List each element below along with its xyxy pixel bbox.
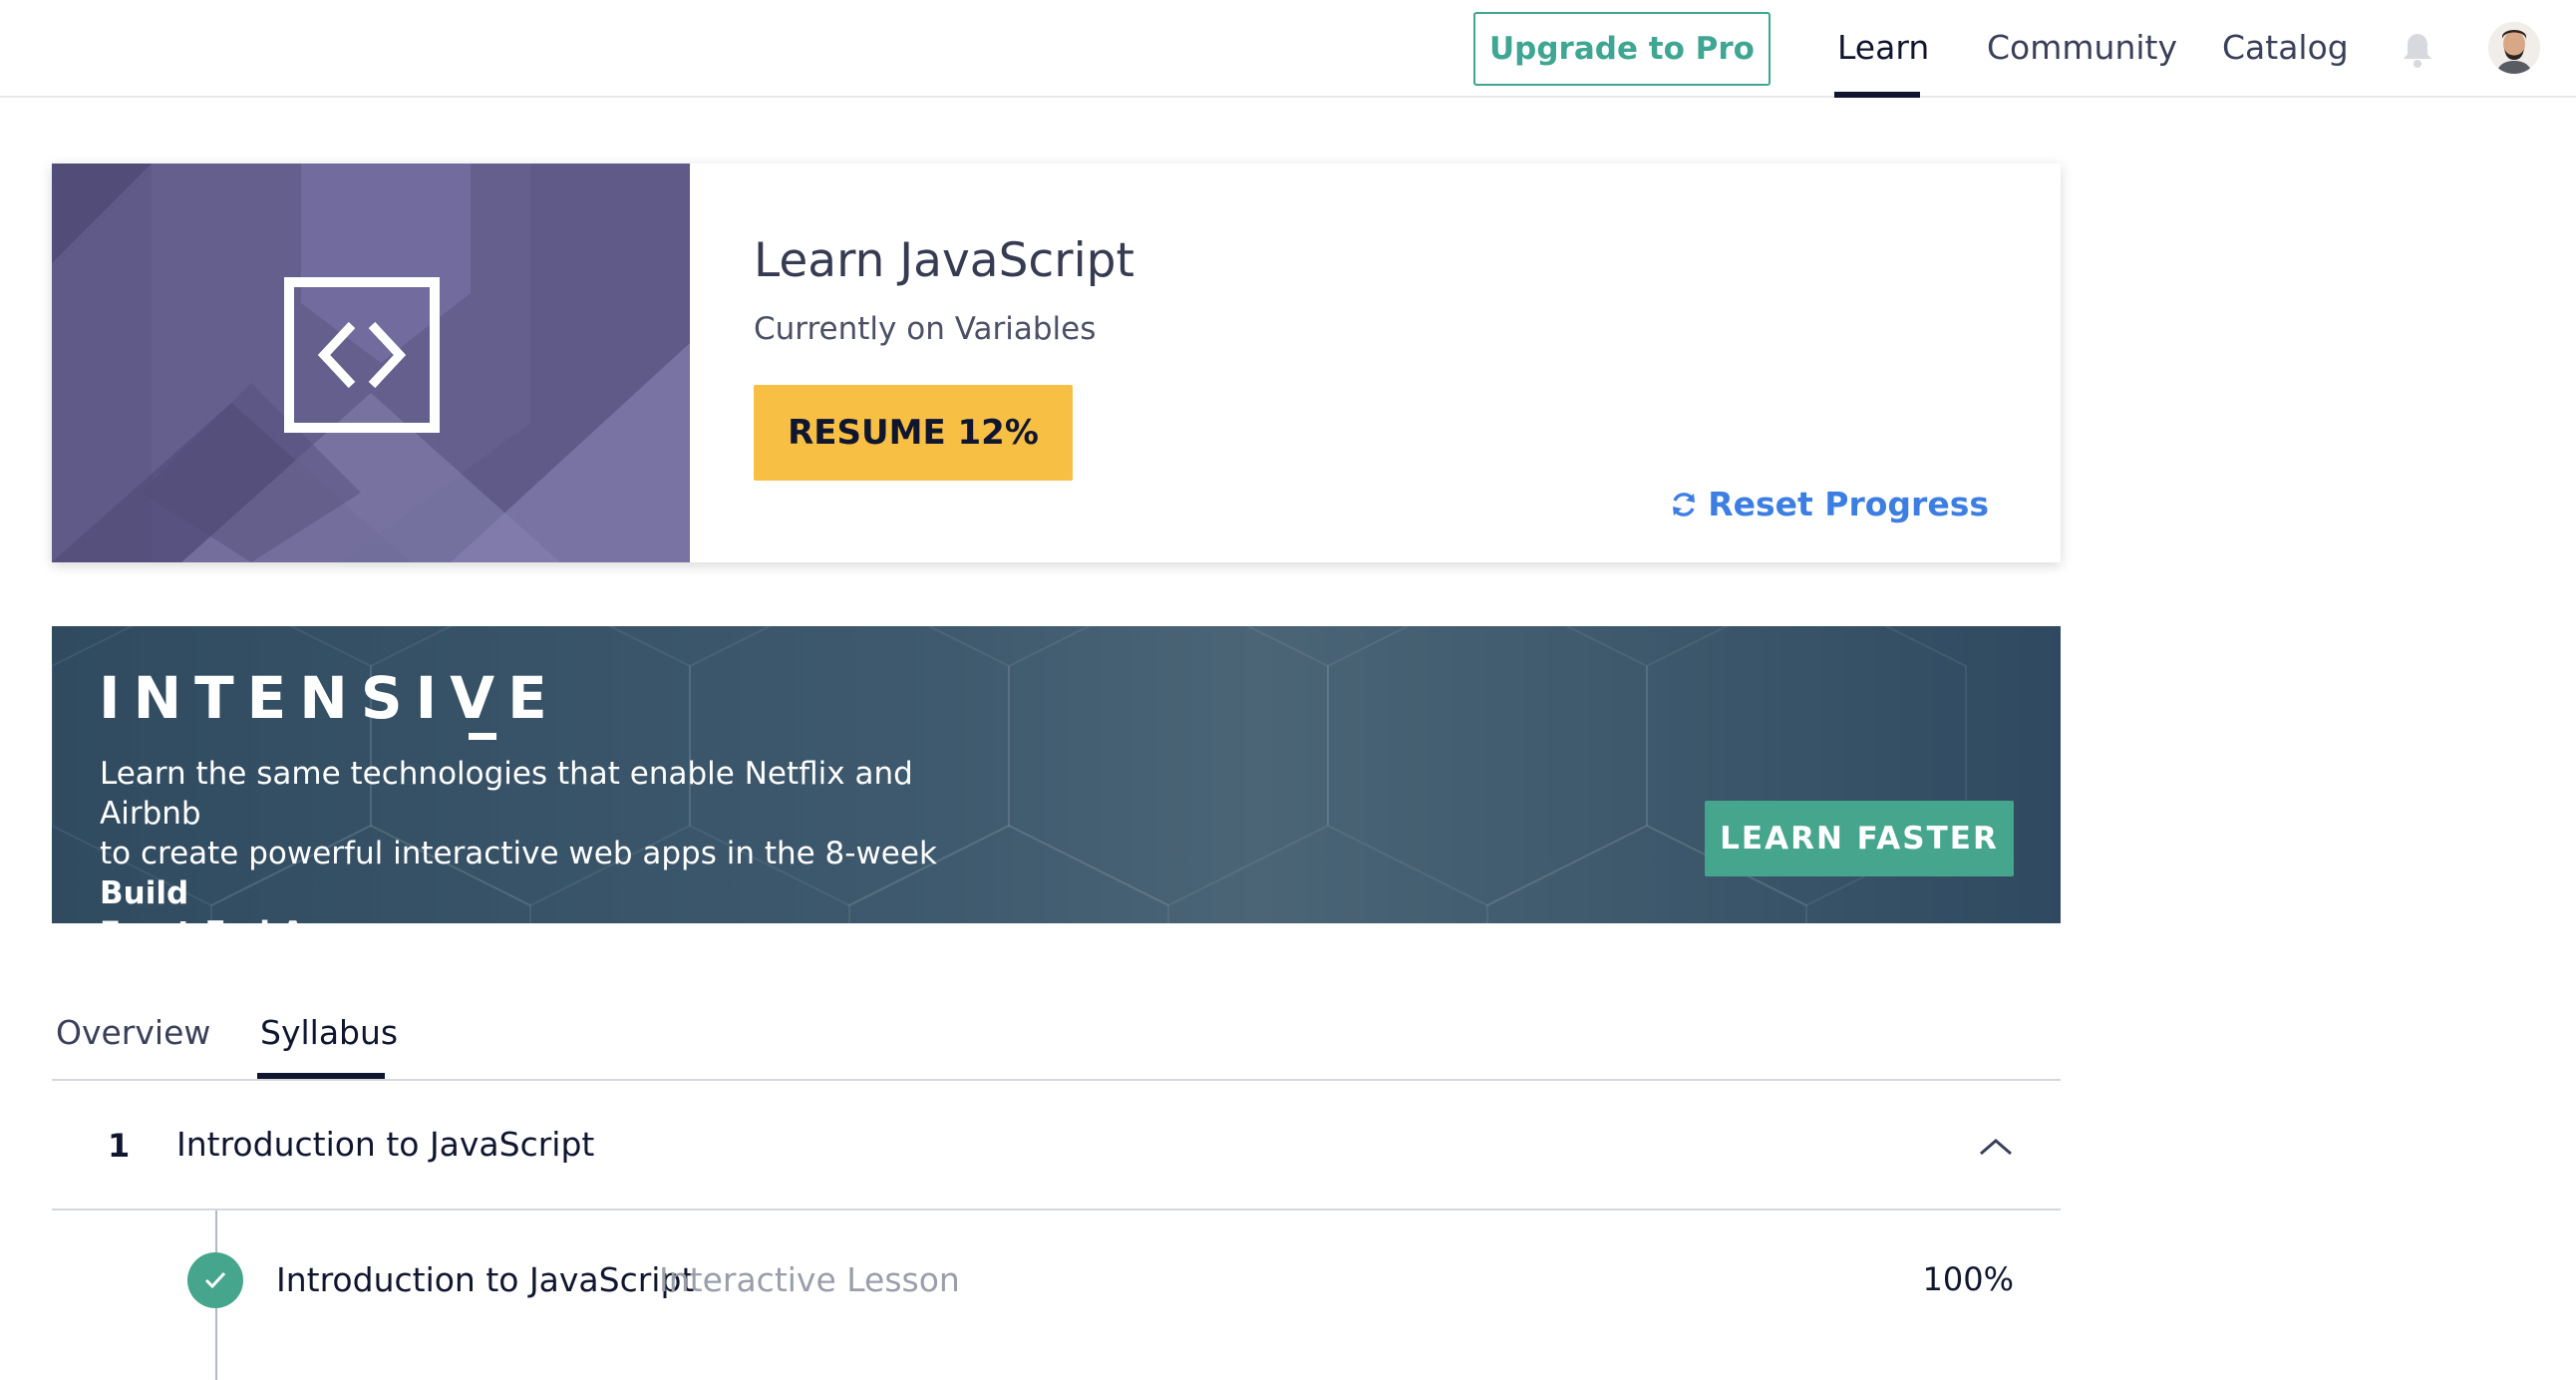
intensive-desc-bold1: Build — [100, 875, 189, 911]
bell-icon[interactable] — [2401, 30, 2434, 70]
upgrade-to-pro-button[interactable]: Upgrade to Pro — [1473, 12, 1771, 86]
intensive-promo-banner: INTENSIVE Learn the same technologies th… — [52, 626, 2061, 923]
intensive-desc-line3: program. — [368, 915, 518, 923]
top-nav: Upgrade to Pro Learn Community Catalog — [0, 0, 2576, 98]
nav-community[interactable]: Community — [1987, 28, 2177, 67]
course-current-lesson: Currently on Variables — [754, 311, 1097, 347]
lesson-progress: 100% — [1922, 1260, 2014, 1298]
avatar-image — [2488, 22, 2540, 74]
intensive-logo-underline — [469, 733, 496, 740]
section-title[interactable]: Introduction to JavaScript — [176, 1125, 594, 1164]
intensive-desc-line2: to create powerful interactive web apps … — [100, 836, 937, 871]
chevron-up-icon[interactable] — [1978, 1137, 2014, 1157]
intensive-description: Learn the same technologies that enable … — [100, 754, 997, 923]
course-title: Learn JavaScript — [754, 233, 1134, 288]
tabs-divider — [52, 1079, 2061, 1081]
check-icon — [187, 1252, 243, 1308]
reset-progress-label: Reset Progress — [1708, 485, 1989, 523]
nav-learn[interactable]: Learn — [1837, 28, 1929, 67]
nav-active-indicator — [1834, 92, 1920, 98]
learn-faster-button[interactable]: LEARN FASTER — [1705, 801, 2014, 876]
resume-button[interactable]: RESUME 12% — [754, 385, 1073, 481]
refresh-icon — [1673, 492, 1696, 517]
intensive-logo: INTENSIVE — [99, 664, 560, 732]
section-number: 1 — [108, 1127, 131, 1165]
lesson-title[interactable]: Introduction to JavaScript — [276, 1260, 694, 1299]
course-banner-art — [52, 164, 690, 562]
code-brackets-icon — [284, 277, 440, 433]
section-divider — [52, 1208, 2061, 1210]
avatar[interactable] — [2488, 22, 2540, 74]
tab-syllabus[interactable]: Syllabus — [260, 1013, 398, 1052]
lesson-type: Interactive Lesson — [659, 1260, 960, 1299]
nav-catalog[interactable]: Catalog — [2222, 28, 2349, 67]
course-card: Learn JavaScript Currently on Variables … — [52, 164, 2061, 562]
reset-progress-link[interactable]: Reset Progress — [1670, 485, 1989, 523]
intensive-desc-line1: Learn the same technologies that enable … — [100, 756, 913, 832]
intensive-desc-bold2: Front-End Apps — [100, 915, 368, 923]
tab-overview[interactable]: Overview — [56, 1013, 210, 1052]
